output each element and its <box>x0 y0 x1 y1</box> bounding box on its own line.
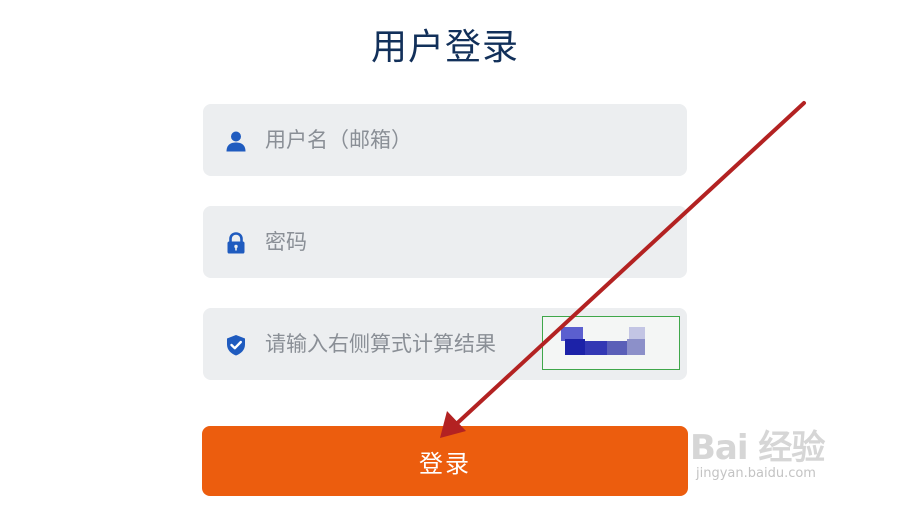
captcha-input[interactable] <box>265 308 535 380</box>
captcha-pixel <box>607 341 627 355</box>
login-page: 用户登录 登录 <box>0 0 900 510</box>
watermark-logo: Bai 经验 <box>690 428 825 468</box>
username-field[interactable] <box>203 104 687 176</box>
password-input[interactable] <box>265 206 565 278</box>
baidu-jingyan-watermark: Bai 经验 jingyan.baidu.com <box>690 418 860 488</box>
captcha-field[interactable] <box>203 308 687 380</box>
captcha-image[interactable] <box>542 316 680 370</box>
lock-icon <box>227 232 245 254</box>
captcha-pixel <box>627 339 645 355</box>
login-button[interactable]: 登录 <box>202 426 688 496</box>
captcha-pixel <box>585 341 607 355</box>
page-title: 用户登录 <box>370 27 519 68</box>
captcha-pixel <box>565 339 585 355</box>
watermark-url: jingyan.baidu.com <box>696 466 816 481</box>
password-field[interactable] <box>203 206 687 278</box>
captcha-pixel <box>629 327 645 339</box>
shield-check-icon <box>227 335 245 356</box>
username-input[interactable] <box>265 104 565 176</box>
user-icon <box>226 131 246 152</box>
